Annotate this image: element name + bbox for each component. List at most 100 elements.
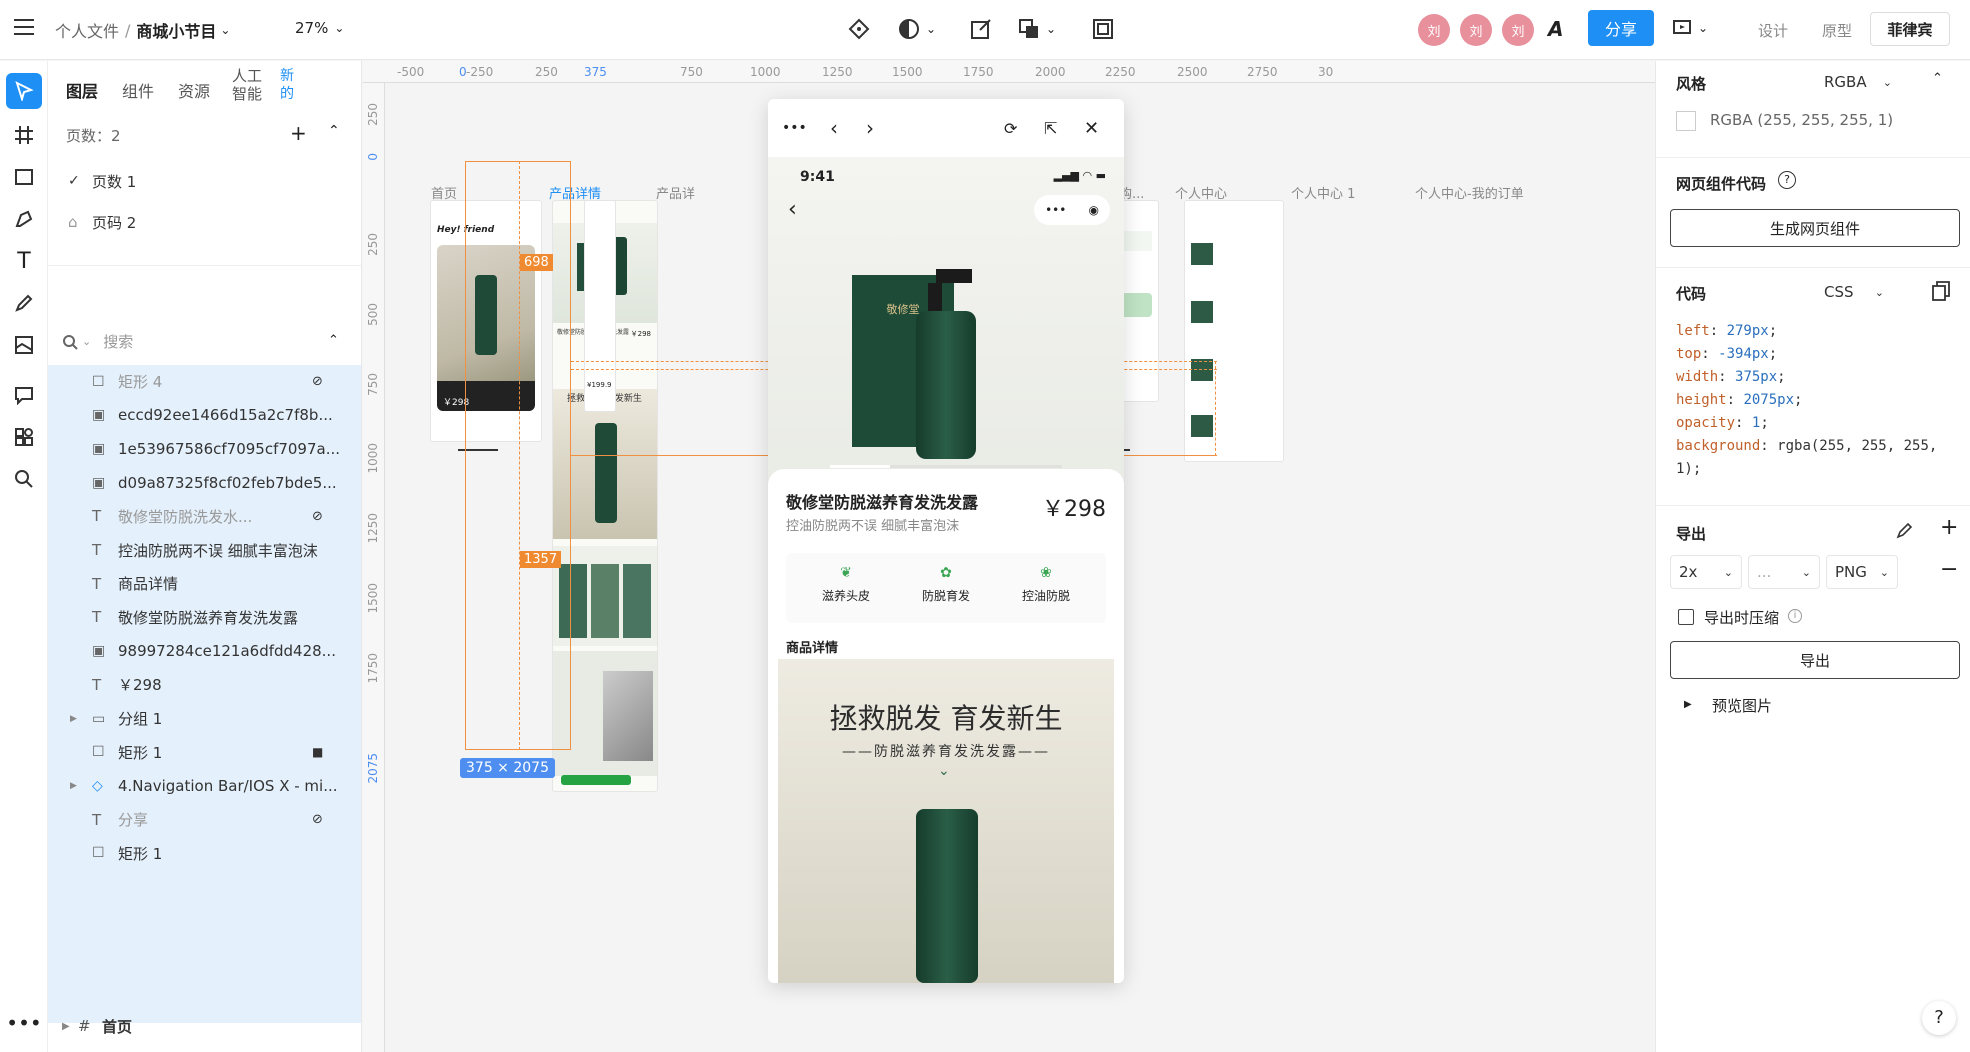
select-tool-icon[interactable] xyxy=(6,73,42,109)
generate-component-button[interactable]: 生成网页组件 xyxy=(1670,209,1960,247)
layer-item[interactable]: T 商品详情 xyxy=(48,567,361,600)
avatar[interactable]: 刘 xyxy=(1460,14,1492,46)
capsule-menu[interactable]: ••• ◉ xyxy=(1034,195,1110,225)
more-icon[interactable]: ••• xyxy=(1045,203,1066,217)
close-icon[interactable]: ✕ xyxy=(1084,118,1099,139)
frame-label[interactable]: 个人中心 xyxy=(1175,183,1227,202)
export-scale-select[interactable]: 2x ⌄ xyxy=(1670,555,1742,589)
layer-item[interactable]: ▣ d09a87325f8cf02feb7bde5... xyxy=(48,466,361,499)
tab-components[interactable]: 组件 xyxy=(122,78,154,102)
frame-my-orders[interactable] xyxy=(1185,201,1283,461)
layer-item[interactable]: T 敬修堂防脱滋养育发洗发露 xyxy=(48,601,361,634)
code-lang-select[interactable]: CSS ⌄ xyxy=(1816,277,1892,307)
eye-hidden-icon[interactable]: ⊘ xyxy=(312,812,342,827)
page-item[interactable]: ✓ 页数 1 xyxy=(48,161,361,201)
expand-icon[interactable]: ▶ xyxy=(70,781,82,791)
info-icon[interactable]: i xyxy=(1788,609,1802,623)
chevron-left-icon[interactable]: ‹ xyxy=(830,116,838,140)
user-name[interactable]: 菲律宾 xyxy=(1870,12,1950,46)
present-icon[interactable]: ⌄ xyxy=(1672,18,1708,38)
tab-ai[interactable]: 人工 智能 xyxy=(232,67,266,103)
remove-export-icon[interactable]: − xyxy=(1940,557,1958,582)
compress-checkbox[interactable] xyxy=(1678,609,1694,625)
edit-icon[interactable] xyxy=(970,18,992,40)
text-tool-icon[interactable]: T xyxy=(6,243,42,279)
layer-search[interactable]: ⌄ 搜索 xyxy=(62,331,133,352)
avatar[interactable]: 刘 xyxy=(1418,14,1450,46)
layer-item[interactable]: ▶ ▭ 分组 1 xyxy=(48,702,361,735)
page-item[interactable]: ⌂ 页码 2 xyxy=(48,202,361,242)
collapse-icon[interactable]: ⌃ xyxy=(1932,71,1943,86)
color-mode-select[interactable]: RGBA ⌄ xyxy=(1816,67,1900,97)
export-format-select[interactable]: PNG ⌄ xyxy=(1826,555,1898,589)
rectangle-tool-icon[interactable] xyxy=(6,159,42,195)
comment-tool-icon[interactable] xyxy=(6,377,42,413)
color-value[interactable]: RGBA (255, 255, 255, 1) xyxy=(1710,111,1893,129)
layer-item[interactable]: ▣ eccd92ee1466d15a2c7f8b... xyxy=(48,399,361,432)
add-page-icon[interactable]: + xyxy=(290,121,307,145)
plugins-icon[interactable] xyxy=(6,419,42,455)
layer-item[interactable]: T 敬修堂防脱洗发水... ⊘ xyxy=(48,500,361,533)
expand-icon[interactable]: ▶ xyxy=(1684,699,1692,710)
collapse-icon[interactable]: ⌃ xyxy=(328,123,340,139)
collapse-all-icon[interactable]: ⌃ xyxy=(328,333,339,348)
frame-icon[interactable] xyxy=(1092,18,1114,40)
layer-item[interactable]: T 控油防脱两不误 细腻丰富泡沫 xyxy=(48,534,361,567)
ai-icon[interactable]: A xyxy=(1548,17,1563,41)
layer-item[interactable]: ☐ 矩形 4 ⊘ xyxy=(48,365,361,398)
mode-prototype[interactable]: 原型 xyxy=(1822,20,1852,41)
boolean-icon[interactable]: ⌄ xyxy=(1018,18,1056,40)
contrast-icon[interactable]: ⌄ xyxy=(898,18,936,40)
expand-icon[interactable]: ▶ xyxy=(70,714,82,724)
frame-product-detail-2[interactable]: ¥199.9 xyxy=(585,201,615,411)
frame-label-selected[interactable]: 产品详情 xyxy=(549,183,601,202)
component-icon[interactable] xyxy=(848,18,870,40)
back-icon[interactable]: ‹ xyxy=(788,197,797,222)
frame-label[interactable]: 产品详 xyxy=(656,183,695,202)
tab-layers[interactable]: 图层 xyxy=(66,78,98,102)
target-icon[interactable]: ◉ xyxy=(1088,203,1098,217)
mode-design[interactable]: 设计 xyxy=(1758,20,1788,41)
help-button[interactable]: ? xyxy=(1922,1001,1956,1035)
tab-assets[interactable]: 资源 xyxy=(178,78,210,102)
layer-item[interactable]: ▣ 98997284ce121a6dfdd428... xyxy=(48,635,361,668)
eye-hidden-icon[interactable]: ⊘ xyxy=(312,374,342,389)
export-button[interactable]: 导出 xyxy=(1670,641,1960,679)
lock-icon[interactable]: ■ xyxy=(312,745,342,759)
layer-item[interactable]: ▣ 1e53967586cf7095cf7097a... xyxy=(48,432,361,465)
share-button[interactable]: 分享 xyxy=(1588,10,1654,46)
file-name[interactable]: 商城小节目 xyxy=(136,18,216,42)
preview-image-label[interactable]: 预览图片 xyxy=(1712,695,1772,716)
add-export-icon[interactable]: + xyxy=(1940,515,1958,540)
eye-hidden-icon[interactable]: ⊘ xyxy=(312,509,342,524)
restart-icon[interactable]: ⟳ xyxy=(1004,119,1017,138)
frame-home[interactable]: Hey! friend ￥298 xyxy=(431,201,541,441)
more-icon[interactable]: ••• xyxy=(6,1005,42,1041)
layer-item[interactable]: T ￥298 xyxy=(48,668,361,701)
layer-item[interactable]: ▶ ◇ 4.Navigation Bar/IOS X - mi... xyxy=(48,769,361,802)
zoom-select[interactable]: 27% ⌄ xyxy=(295,19,344,37)
code-block[interactable]: left: 279px; top: -394px; width: 375px; hei… xyxy=(1656,323,1970,493)
frame-tool-icon[interactable] xyxy=(6,117,42,153)
search-icon[interactable] xyxy=(6,461,42,497)
chevron-right-icon[interactable]: › xyxy=(866,116,874,140)
pencil-tool-icon[interactable] xyxy=(6,285,42,321)
help-icon[interactable]: ? xyxy=(1778,171,1796,189)
copy-icon[interactable] xyxy=(1932,281,1950,305)
image-tool-icon[interactable] xyxy=(6,327,42,363)
avatar[interactable]: 刘 xyxy=(1502,14,1534,46)
frame-label[interactable]: 个人中心 1 xyxy=(1291,183,1355,202)
breadcrumb-root[interactable]: 个人文件 xyxy=(55,18,119,42)
frame-label[interactable]: 首页 xyxy=(431,183,457,202)
color-swatch[interactable] xyxy=(1676,111,1696,131)
layer-item[interactable]: T 分享 ⊘ xyxy=(48,803,361,836)
pen-icon[interactable] xyxy=(1896,521,1914,543)
layer-item-home[interactable]: ▶ # 首页 xyxy=(48,1006,361,1046)
menu-icon[interactable] xyxy=(14,18,34,36)
frame-label[interactable]: 个人中心-我的订单 xyxy=(1415,183,1524,202)
pen-tool-icon[interactable] xyxy=(6,201,42,237)
export-suffix-input[interactable]: ... ⌄ xyxy=(1748,555,1820,589)
chevron-down-icon[interactable]: ⌄ xyxy=(220,23,230,37)
layer-item[interactable]: ☐ 矩形 1 xyxy=(48,837,361,870)
canvas[interactable]: -500 -250 0 250 375 750 1000 1250 1500 1750 2000 22… xyxy=(363,61,1655,1052)
